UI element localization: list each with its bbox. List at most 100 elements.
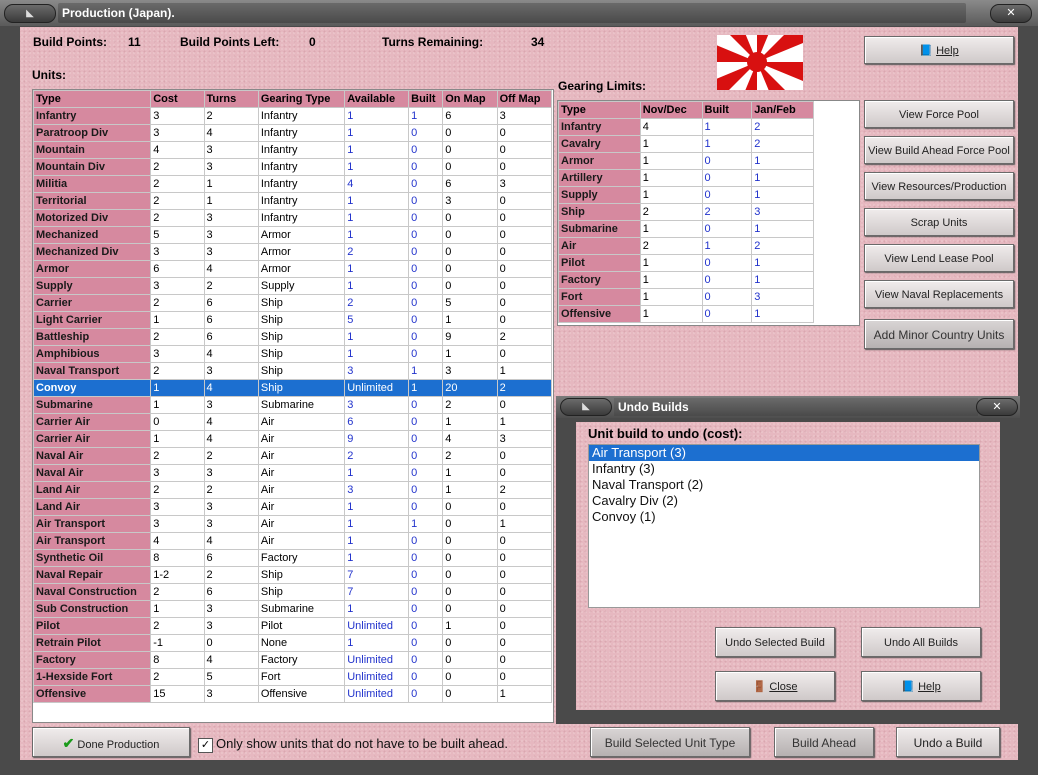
undo-a-build-button[interactable]: Undo a Build — [896, 727, 1000, 757]
gearing-value-cell: 0 — [701, 305, 753, 323]
unit-value-cell: 0 — [442, 141, 498, 159]
window-close-button[interactable]: ✕ — [990, 4, 1032, 23]
unit-value-cell: 3 — [150, 345, 205, 363]
units-table: Type Cost Turns Gearing Type Available Built O… — [32, 90, 553, 703]
view-lend-lease-pool-button[interactable]: View Lend Lease Pool — [864, 244, 1014, 272]
unit-row[interactable]: Naval Air 3 3 Air 1 0 1 0 — [32, 464, 553, 482]
undo-list-item[interactable]: Naval Transport (2) — [589, 477, 979, 493]
add-minor-country-units-button[interactable]: Add Minor Country Units — [864, 319, 1014, 349]
unit-row[interactable]: Synthetic Oil 8 6 Factory 1 0 0 0 — [32, 549, 553, 567]
only-show-checkbox[interactable]: ✓ — [198, 738, 213, 753]
unit-row[interactable]: Mountain 4 3 Infantry 1 0 0 0 — [32, 141, 553, 159]
build-selected-unit-type-button[interactable]: Build Selected Unit Type — [590, 727, 750, 757]
unit-row[interactable]: Submarine 1 3 Submarine 3 0 2 0 — [32, 396, 553, 414]
unit-type-cell: Carrier — [32, 294, 152, 312]
unit-row[interactable]: Factory 8 4 Factory Unlimited 0 0 0 — [32, 651, 553, 669]
unit-row[interactable]: Sub Construction 1 3 Submarine 1 0 0 0 — [32, 600, 553, 618]
undo-build-list[interactable]: Air Transport (3) Infantry (3) Naval Trans… — [588, 444, 980, 608]
unit-value-cell: 1 — [344, 515, 410, 533]
units-column-header[interactable]: Built — [408, 90, 444, 108]
undo-list-item[interactable]: Convoy (1) — [589, 509, 979, 525]
units-column-header[interactable]: Turns — [203, 90, 259, 108]
unit-value-cell: Ship — [257, 566, 346, 584]
unit-row[interactable]: Supply 3 2 Supply 1 0 0 0 — [32, 277, 553, 295]
unit-value-cell: 2 — [344, 294, 410, 312]
undo-builds-title: Undo Builds — [614, 398, 978, 416]
scrap-units-button[interactable]: Scrap Units — [864, 208, 1014, 236]
unit-row[interactable]: Armor 6 4 Armor 1 0 0 0 — [32, 260, 553, 278]
units-column-header[interactable]: Off Map — [496, 90, 553, 108]
units-column-header[interactable]: On Map — [442, 90, 498, 108]
unit-value-cell: 3 — [203, 243, 259, 261]
unit-value-cell: 2 — [150, 192, 205, 210]
unit-row[interactable]: Naval Construction 2 6 Ship 7 0 0 0 — [32, 583, 553, 601]
unit-row[interactable]: Land Air 3 3 Air 1 0 0 0 — [32, 498, 553, 516]
undo-list-item[interactable]: Air Transport (3) — [589, 445, 979, 461]
undo-selected-build-button[interactable]: Undo Selected Build — [715, 627, 835, 657]
unit-row[interactable]: Naval Air 2 2 Air 2 0 2 0 — [32, 447, 553, 465]
unit-row[interactable]: Motorized Div 2 3 Infantry 1 0 0 0 — [32, 209, 553, 227]
unit-row[interactable]: Militia 2 1 Infantry 4 0 6 3 — [32, 175, 553, 193]
undo-close-button[interactable]: 🚪 Close — [715, 671, 835, 701]
unit-row[interactable]: 1-Hexside Fort 2 5 Fort Unlimited 0 0 0 — [32, 668, 553, 686]
undo-window-close-button[interactable]: ✕ — [976, 398, 1018, 416]
unit-value-cell: 2 — [496, 379, 553, 397]
build-ahead-button[interactable]: Build Ahead — [774, 727, 874, 757]
units-column-header[interactable]: Gearing Type — [257, 90, 346, 108]
view-build-ahead-force-pool-button[interactable]: View Build Ahead Force Pool — [864, 136, 1014, 164]
done-production-button[interactable]: ✔ Done Production — [32, 727, 190, 757]
undo-list-item[interactable]: Infantry (3) — [589, 461, 979, 477]
gearing-row: Submarine 1 0 1 — [558, 220, 814, 238]
gearing-value-cell: 3 — [751, 288, 814, 306]
view-force-pool-button[interactable]: View Force Pool — [864, 100, 1014, 128]
unit-value-cell: 0 — [442, 668, 498, 686]
unit-row[interactable]: Infantry 3 2 Infantry 1 1 6 3 — [32, 107, 553, 125]
unit-row[interactable]: Naval Transport 2 3 Ship 3 1 3 1 — [32, 362, 553, 380]
units-column-header[interactable]: Type — [32, 90, 152, 108]
unit-row[interactable]: Amphibious 3 4 Ship 1 0 1 0 — [32, 345, 553, 363]
unit-row[interactable]: Pilot 2 3 Pilot Unlimited 0 1 0 — [32, 617, 553, 635]
unit-row[interactable]: Paratroop Div 3 4 Infantry 1 0 0 0 — [32, 124, 553, 142]
unit-row[interactable]: Offensive 15 3 Offensive Unlimited 0 0 1 — [32, 685, 553, 703]
unit-row[interactable]: Naval Repair 1-2 2 Ship 7 0 0 0 — [32, 566, 553, 584]
undo-help-button[interactable]: 📘 Help — [861, 671, 981, 701]
undo-window-menu-icon[interactable]: ◣ — [560, 398, 612, 416]
unit-row[interactable]: Convoy 1 4 Ship Unlimited 1 20 2 — [32, 379, 553, 397]
unit-value-cell: 3 — [496, 107, 553, 125]
unit-value-cell: 6 — [150, 260, 205, 278]
unit-value-cell: 6 — [203, 294, 259, 312]
unit-row[interactable]: Mechanized 5 3 Armor 1 0 0 0 — [32, 226, 553, 244]
close-door-icon: 🚪 — [752, 681, 767, 693]
unit-value-cell: 0 — [496, 294, 553, 312]
units-column-header[interactable]: Available — [344, 90, 410, 108]
unit-value-cell: 0 — [408, 583, 444, 601]
unit-value-cell: 3 — [203, 685, 259, 703]
unit-type-cell: Land Air — [32, 498, 152, 516]
unit-value-cell: Infantry — [257, 124, 346, 142]
unit-row[interactable]: Mechanized Div 3 3 Armor 2 0 0 0 — [32, 243, 553, 261]
unit-value-cell: 3 — [203, 464, 259, 482]
unit-row[interactable]: Retrain Pilot -1 0 None 1 0 0 0 — [32, 634, 553, 652]
unit-row[interactable]: Land Air 2 2 Air 3 0 1 2 — [32, 481, 553, 499]
unit-row[interactable]: Territorial 2 1 Infantry 1 0 3 0 — [32, 192, 553, 210]
help-button[interactable]: 📘 Help — [864, 36, 1014, 64]
view-resources-production-button[interactable]: View Resources/Production — [864, 172, 1014, 200]
window-menu-icon[interactable]: ◣ — [4, 4, 56, 23]
unit-row[interactable]: Air Transport 4 4 Air 1 0 0 0 — [32, 532, 553, 550]
unit-row[interactable]: Light Carrier 1 6 Ship 5 0 1 0 — [32, 311, 553, 329]
view-naval-replacements-button[interactable]: View Naval Replacements — [864, 280, 1014, 308]
unit-type-cell: Mechanized Div — [32, 243, 152, 261]
undo-list-item[interactable]: Cavalry Div (2) — [589, 493, 979, 509]
unit-row[interactable]: Carrier Air 1 4 Air 9 0 4 3 — [32, 430, 553, 448]
unit-value-cell: 0 — [408, 209, 444, 227]
unit-row[interactable]: Carrier Air 0 4 Air 6 0 1 1 — [32, 413, 553, 431]
units-column-header[interactable]: Cost — [150, 90, 205, 108]
unit-row[interactable]: Battleship 2 6 Ship 1 0 9 2 — [32, 328, 553, 346]
unit-row[interactable]: Mountain Div 2 3 Infantry 1 0 0 0 — [32, 158, 553, 176]
undo-all-builds-button[interactable]: Undo All Builds — [861, 627, 981, 657]
unit-value-cell: 6 — [344, 413, 410, 431]
book-icon: 📘 — [919, 45, 933, 57]
unit-value-cell: 0 — [496, 345, 553, 363]
unit-row[interactable]: Carrier 2 6 Ship 2 0 5 0 — [32, 294, 553, 312]
unit-row[interactable]: Air Transport 3 3 Air 1 1 0 1 — [32, 515, 553, 533]
